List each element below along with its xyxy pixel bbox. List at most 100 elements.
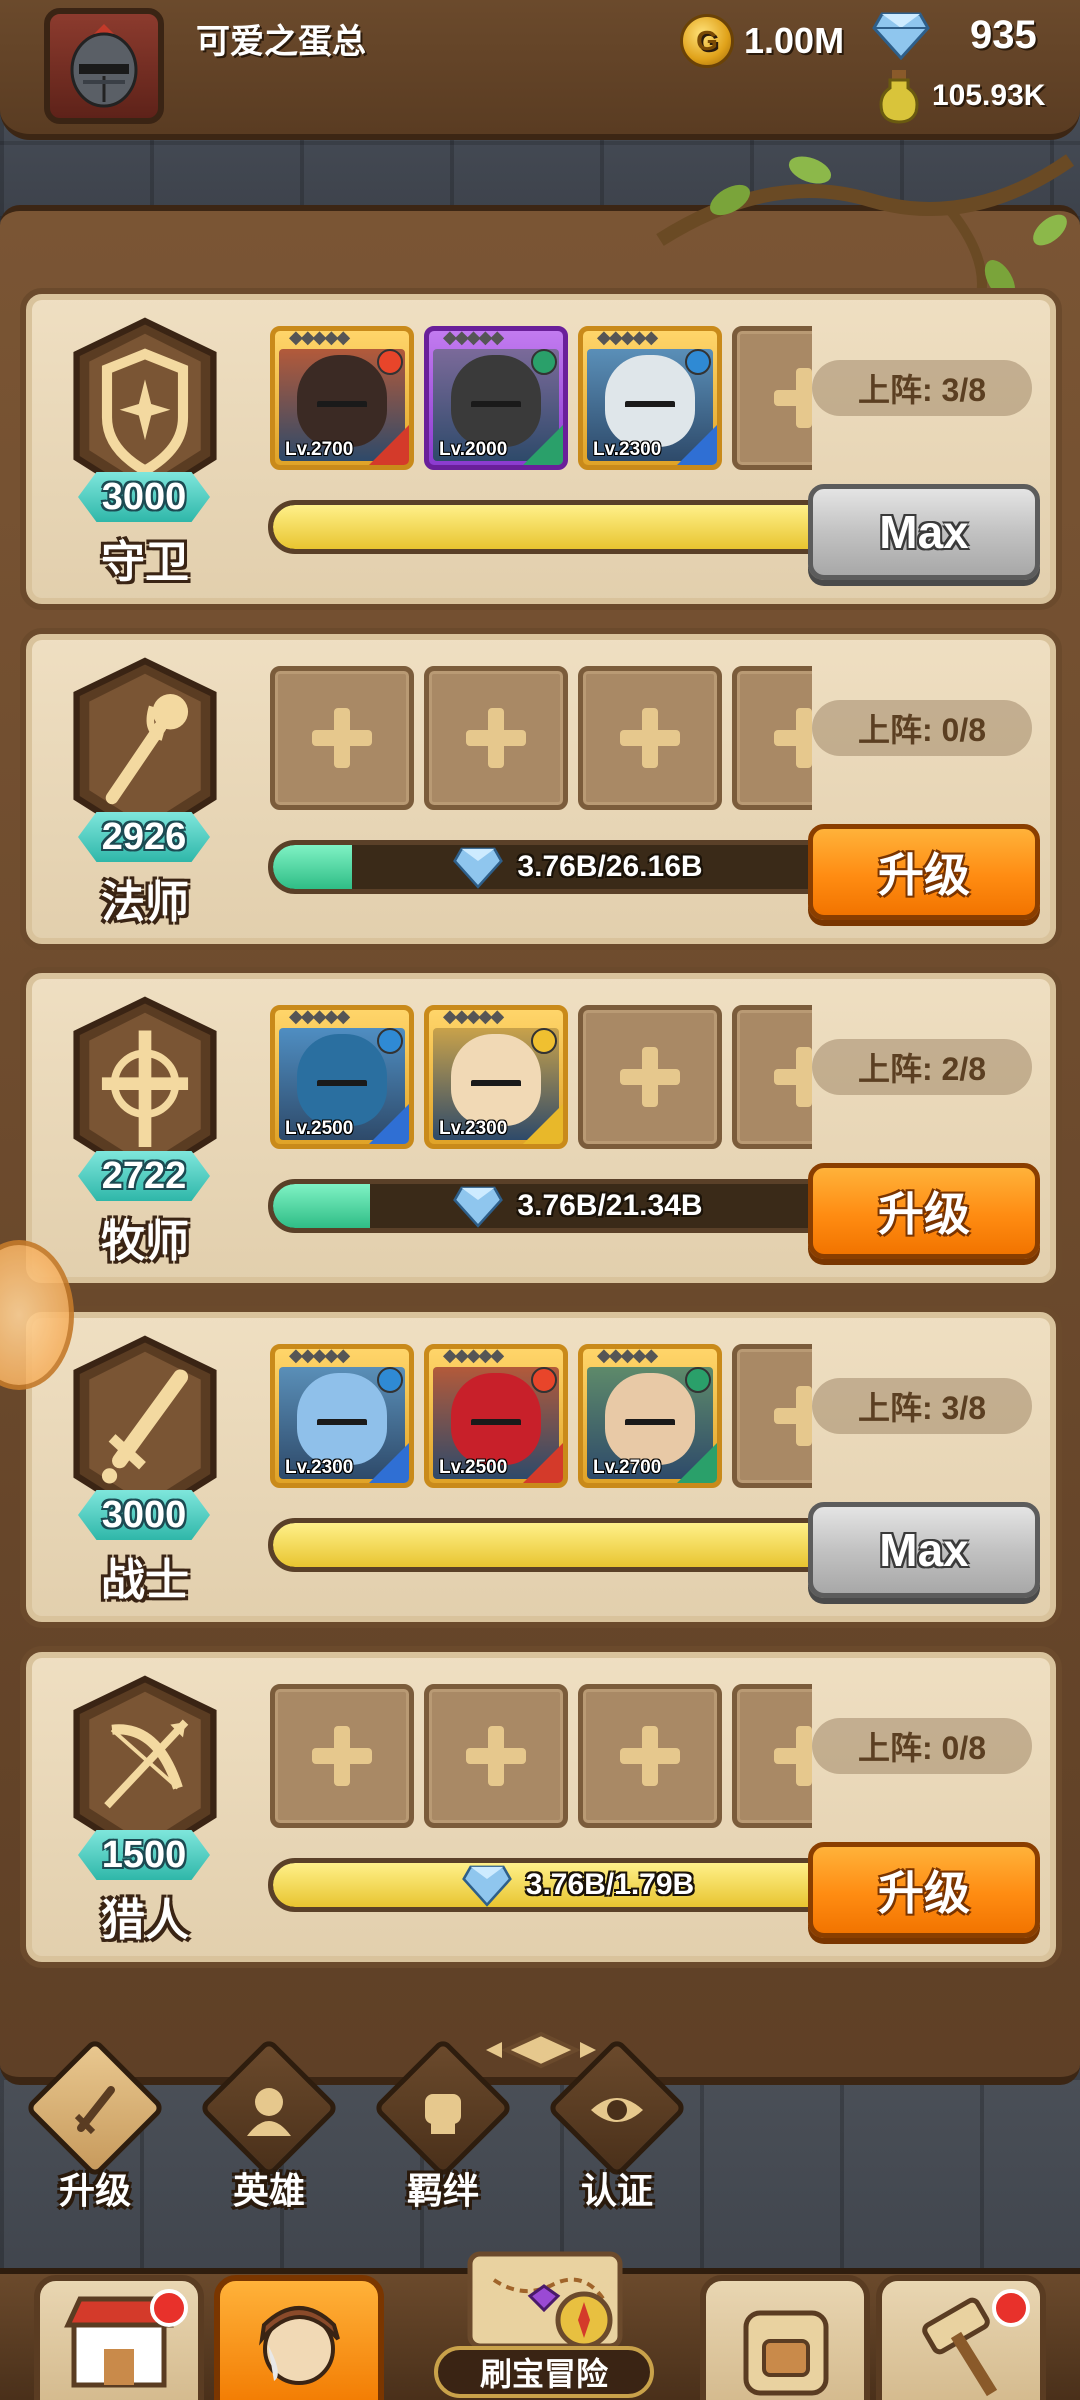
hero-icon — [247, 2088, 291, 2136]
empty-hero-slot[interactable] — [732, 1344, 812, 1488]
potion-icon — [879, 70, 919, 124]
adventure-label: 刷宝冒险 — [434, 2346, 654, 2398]
upgrade-button[interactable]: 升级 — [808, 1163, 1040, 1259]
empty-hero-slot[interactable] — [578, 1684, 722, 1828]
hero-stars: ◆◆◆◆◆ — [443, 1345, 504, 1365]
sub-tab-label: 英雄 — [232, 2170, 305, 2211]
map-icon — [467, 2251, 623, 2349]
hero-slot[interactable]: ◆◆◆◆◆ Lv.2300 — [578, 326, 722, 470]
sub-tab-fist-bond[interactable]: 羁绊 — [368, 2037, 518, 2211]
empty-hero-slot[interactable] — [270, 1684, 414, 1828]
hero-eyes — [625, 1419, 675, 1429]
element-fire-icon — [377, 349, 403, 375]
class-card-bow: 1500 猎人 3.76B/1.79B 上阵: 0/8 升级 — [20, 1646, 1062, 1968]
upgrade-button[interactable]: 升级 — [808, 824, 1040, 920]
hero-slot[interactable]: ◆◆◆◆◆ Lv.2300 — [424, 1005, 568, 1149]
hero-eyes — [317, 401, 367, 411]
plus-icon — [774, 1047, 812, 1107]
gem-amount: 935 — [970, 12, 1037, 57]
hero-stars: ◆◆◆◆◆ — [597, 327, 658, 347]
sub-tab-upgrade-sword[interactable]: 升级 — [20, 2037, 170, 2211]
class-name: 猎人 — [101, 1896, 189, 1945]
empty-hero-slot[interactable] — [732, 326, 812, 470]
hero-slot[interactable]: ◆◆◆◆◆ Lv.2000 — [424, 326, 568, 470]
hero-eyes — [625, 401, 675, 411]
max-button[interactable]: Max — [808, 1502, 1040, 1598]
upgrade-progress-bar — [268, 1518, 828, 1572]
plus-icon — [774, 1726, 812, 1786]
empty-hero-slot[interactable] — [424, 1684, 568, 1828]
hero-slots: ◆◆◆◆◆ Lv.2300 ◆◆◆◆◆ Lv.2500 ◆◆◆◆◆ Lv.2700 — [270, 1344, 812, 1494]
empty-hero-slot[interactable] — [578, 666, 722, 810]
hero-level: Lv.2500 — [285, 1118, 354, 1139]
progress-text: 3.76B/1.79B — [525, 1868, 695, 1901]
class-name: 战士 — [101, 1556, 189, 1605]
notification-badge — [150, 2289, 188, 2327]
hero-level: Lv.2300 — [439, 1118, 508, 1139]
class-name: 法师 — [101, 878, 189, 927]
sub-tab-hero[interactable]: 英雄 — [194, 2037, 344, 2211]
element-water-icon — [685, 349, 711, 375]
player-avatar[interactable] — [44, 8, 164, 124]
class-level-badge: 3000 — [78, 472, 210, 522]
sub-tab-eye-certify[interactable]: 认证 — [542, 2037, 692, 2211]
nav-backpack-button[interactable] — [700, 2275, 870, 2400]
gem-resource[interactable]: 935 — [872, 10, 1037, 60]
backpack-icon — [743, 2310, 829, 2396]
class-level-badge: 3000 — [78, 1490, 210, 1540]
gem-icon — [453, 847, 504, 889]
notification-badge — [992, 2289, 1030, 2327]
nav-forge-hammer-button[interactable] — [876, 2275, 1046, 2400]
progress-fill — [273, 1523, 823, 1567]
hero-stars: ◆◆◆◆◆ — [289, 1006, 350, 1026]
hero-slot[interactable]: ◆◆◆◆◆ Lv.2500 — [424, 1344, 568, 1488]
empty-hero-slot[interactable] — [732, 666, 812, 810]
gold-resource[interactable]: G 1.00M — [680, 14, 844, 68]
hero-eyes — [471, 1080, 521, 1090]
hero-slot[interactable]: ◆◆◆◆◆ Lv.2700 — [578, 1344, 722, 1488]
empty-hero-slot[interactable] — [732, 1684, 812, 1828]
hero-slot[interactable]: ◆◆◆◆◆ Lv.2300 — [270, 1344, 414, 1488]
hero-eyes — [317, 1419, 367, 1429]
hero-level: Lv.2700 — [285, 439, 354, 460]
progress-text: 3.76B/26.16B — [517, 850, 703, 883]
class-name: 守卫 — [101, 538, 189, 587]
player-name: 可爱之蛋总 — [196, 23, 366, 61]
potion-resource[interactable]: 105.93K — [876, 68, 1045, 124]
sub-tab-label: 羁绊 — [406, 2170, 479, 2211]
deploy-count: 上阵: 2/8 — [812, 1039, 1032, 1095]
hero-portrait-icon — [259, 2306, 340, 2385]
deploy-count: 上阵: 0/8 — [812, 700, 1032, 756]
hero-slots: ◆◆◆◆◆ Lv.2700 ◆◆◆◆◆ Lv.2000 ◆◆◆◆◆ Lv.2300 — [270, 326, 812, 476]
nav-hero-portrait-button[interactable] — [214, 2275, 384, 2400]
potion-amount: 105.93K — [932, 79, 1046, 112]
hero-slots — [270, 666, 812, 816]
plus-icon — [620, 708, 680, 768]
empty-hero-slot[interactable] — [732, 1005, 812, 1149]
element-water-icon — [377, 1367, 403, 1393]
class-card-shield: 3000 守卫 ◆◆◆◆◆ Lv.2700 ◆◆◆◆◆ Lv.2000 ◆◆◆◆◆ Lv.23… — [20, 288, 1062, 610]
nav-shop-button[interactable] — [34, 2275, 204, 2400]
top-header: 可爱之蛋总 G 1.00M 935 105.93K — [0, 0, 1080, 140]
empty-hero-slot[interactable] — [270, 666, 414, 810]
hero-stars: ◆◆◆◆◆ — [443, 1006, 504, 1026]
element-wind-icon — [531, 349, 557, 375]
class-card-holy-cross: 2722 牧师 ◆◆◆◆◆ Lv.2500 ◆◆◆◆◆ Lv.2300 3.76B/21.3… — [20, 967, 1062, 1289]
gold-amount: 1.00M — [744, 20, 845, 61]
treasure-adventure-button[interactable]: 刷宝冒险 — [434, 2240, 654, 2400]
hero-slot[interactable]: ◆◆◆◆◆ Lv.2500 — [270, 1005, 414, 1149]
knight-avatar-icon — [70, 24, 138, 108]
gold-coin-icon: G — [680, 14, 734, 68]
upgrade-button[interactable]: 升级 — [808, 1842, 1040, 1938]
hero-level: Lv.2700 — [593, 1457, 662, 1478]
hero-slot[interactable]: ◆◆◆◆◆ Lv.2700 — [270, 326, 414, 470]
empty-hero-slot[interactable] — [424, 666, 568, 810]
max-button[interactable]: Max — [808, 484, 1040, 580]
hero-stars: ◆◆◆◆◆ — [289, 327, 350, 347]
deploy-count: 上阵: 3/8 — [812, 1378, 1032, 1434]
element-water-icon — [377, 1028, 403, 1054]
gem-icon — [453, 1186, 504, 1228]
plus-icon — [774, 1386, 812, 1446]
fist-bond-icon — [425, 2094, 461, 2134]
empty-hero-slot[interactable] — [578, 1005, 722, 1149]
